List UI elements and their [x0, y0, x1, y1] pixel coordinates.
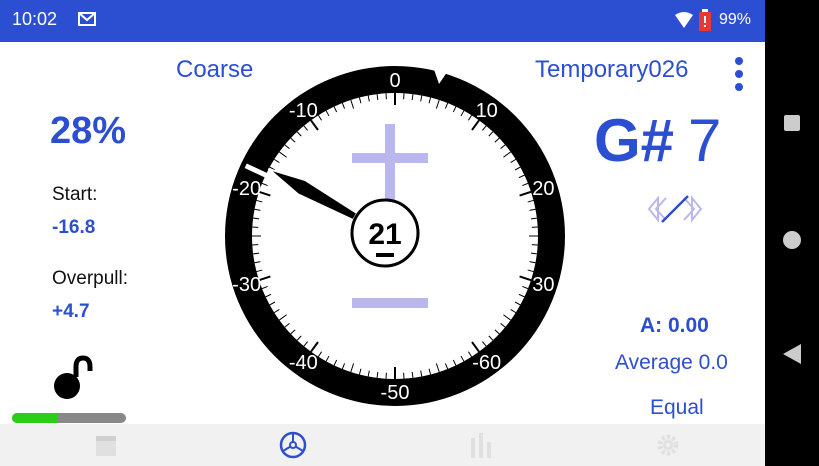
system-navigation-bar: [765, 0, 819, 466]
dial-label: -40: [289, 352, 318, 374]
start-label: Start:: [52, 184, 98, 205]
battery-icon: [699, 9, 711, 31]
calendar-icon[interactable]: [91, 430, 121, 460]
center-underline: [376, 253, 394, 257]
dial-label: 0: [389, 70, 400, 92]
note-name: G#: [594, 107, 675, 174]
note-octave: 7: [688, 107, 722, 174]
steering-wheel-icon[interactable]: [278, 430, 308, 460]
dial-label: -10: [289, 100, 318, 122]
a-reference[interactable]: A: 0.00: [640, 314, 709, 338]
bar-chart-icon[interactable]: [466, 430, 496, 460]
swap-arrows-icon[interactable]: [644, 192, 706, 226]
wifi-icon: [675, 12, 693, 28]
dial-label: -50: [381, 382, 410, 404]
minus-symbol: [352, 298, 428, 308]
dial-label: 20: [532, 178, 554, 200]
dial-label: -30: [232, 274, 261, 296]
dial-label: 10: [476, 100, 498, 122]
recents-button[interactable]: [765, 103, 819, 143]
progress-percent: 28%: [50, 110, 127, 152]
tuning-dial: 0 10 20 30 -60 -50 -40 -30 -20 -10 21: [225, 52, 565, 406]
bottom-navigation: [0, 424, 765, 466]
dial-label: -60: [472, 352, 501, 374]
unlock-icon[interactable]: [50, 355, 94, 401]
overflow-menu-icon[interactable]: [733, 56, 745, 92]
battery-percent: 99%: [719, 11, 752, 28]
status-bar: 10:02 99%: [0, 0, 765, 42]
overpull-value: +4.7: [52, 301, 90, 322]
temperament-label[interactable]: Equal: [650, 396, 704, 420]
dial-label: -20: [232, 178, 261, 200]
status-time: 10:02: [12, 9, 58, 29]
gear-icon[interactable]: [653, 430, 683, 460]
center-value: 21: [368, 218, 401, 251]
overpull-label: Overpull:: [52, 268, 129, 289]
progress-bar-fill: [12, 413, 58, 423]
note-display: G# 7: [594, 106, 721, 175]
average-label[interactable]: Average 0.0: [615, 351, 728, 375]
home-button[interactable]: [765, 220, 819, 260]
back-button[interactable]: [765, 334, 819, 374]
app-screen: 10:02 99% Coarse Temporary026 28% Start:…: [0, 0, 765, 466]
dial-label: 30: [532, 274, 554, 296]
start-value: -16.8: [52, 217, 96, 238]
mail-icon: [78, 12, 96, 26]
progress-bar: [12, 413, 126, 423]
